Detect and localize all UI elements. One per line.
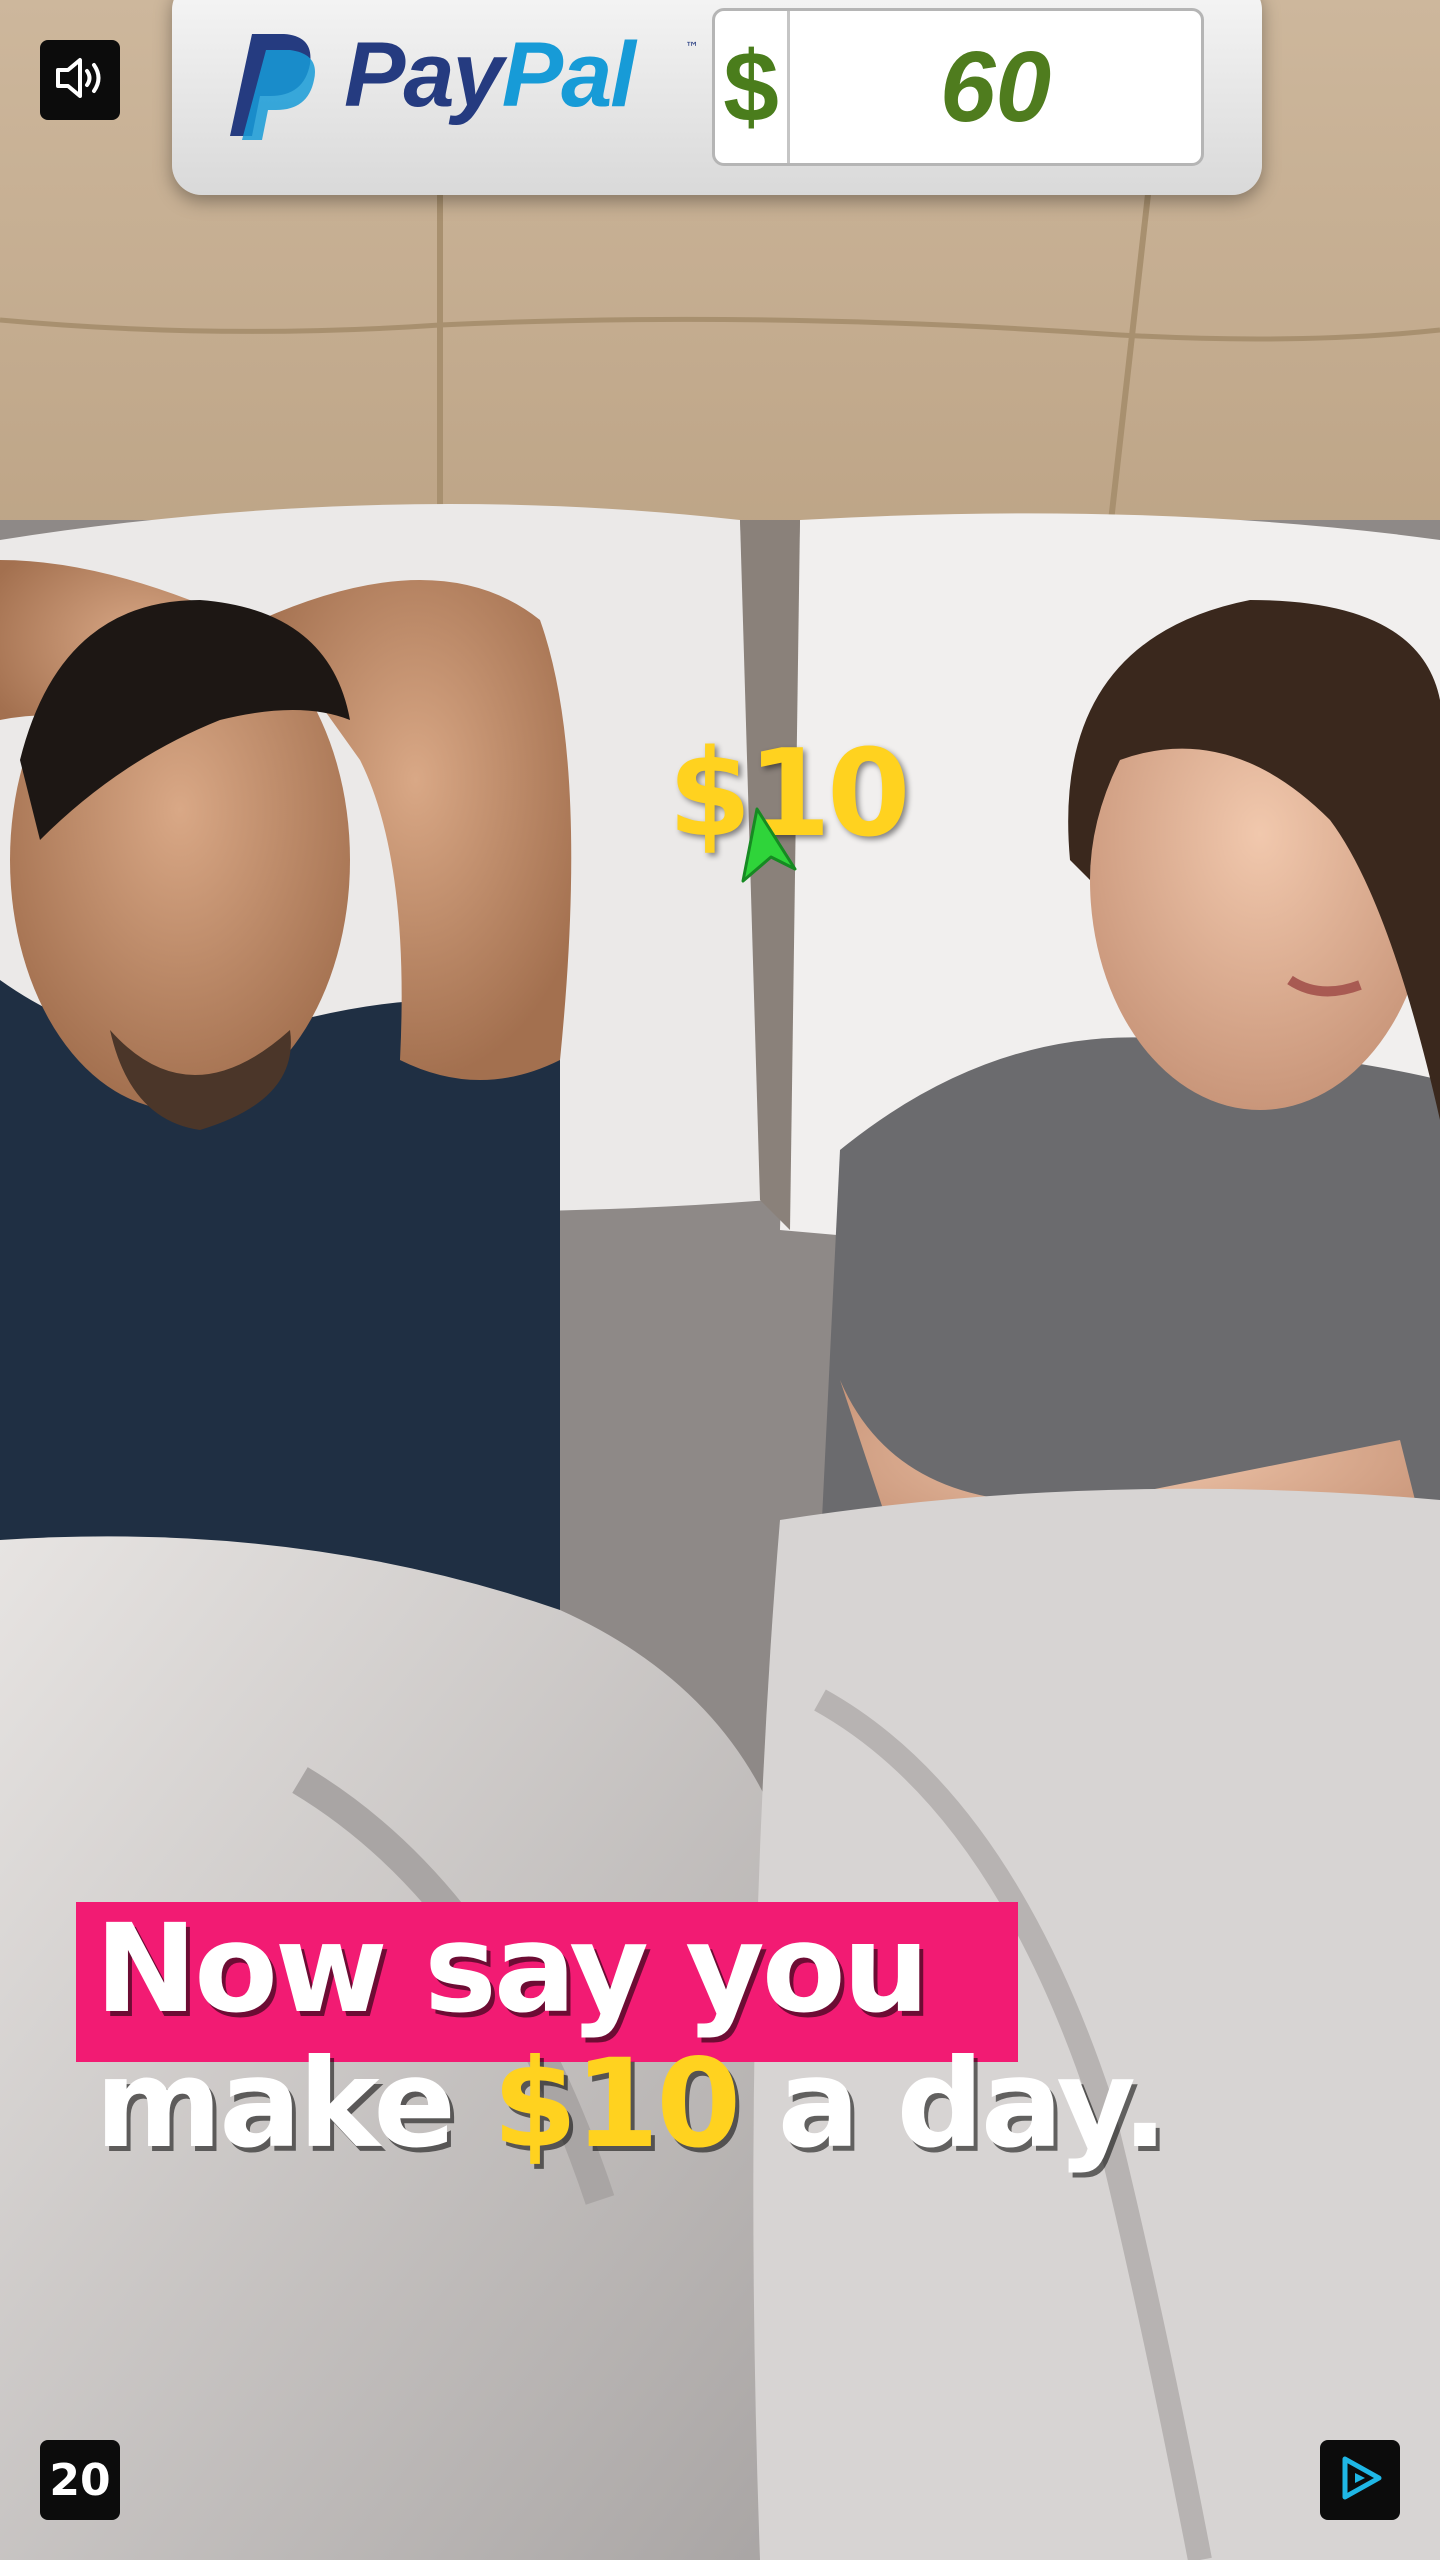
paypal-word-pal: Pal	[501, 24, 636, 126]
caption-line-1: Now say you	[95, 1898, 929, 2040]
trademark-symbol: ™	[685, 40, 699, 56]
bedroom-scene	[0, 0, 1440, 2560]
balance-amount: 60	[939, 31, 1052, 143]
paypal-logo-icon	[222, 30, 322, 146]
speaker-icon	[54, 56, 106, 104]
paypal-word-pay: Pay	[344, 24, 504, 126]
balance-display: $ 60	[712, 8, 1204, 166]
caption-highlight-amount: $10	[492, 2033, 742, 2175]
mute-toggle-button[interactable]	[40, 40, 120, 120]
pointer-arrow-icon	[735, 805, 815, 889]
paypal-balance-banner: PayPal ™ $ 60	[172, 0, 1262, 195]
video-counter-badge: 20	[40, 2440, 120, 2520]
currency-symbol: $	[715, 11, 790, 163]
play-button[interactable]	[1320, 2440, 1400, 2520]
play-icon	[1335, 2453, 1385, 2507]
caption-line-2-prefix: make	[95, 2033, 493, 2175]
caption-line-2: make $10 a day.	[95, 2033, 1168, 2175]
paypal-wordmark: PayPal	[344, 20, 636, 130]
video-frame	[0, 0, 1440, 2560]
caption-line-2-suffix: a day.	[738, 2033, 1168, 2175]
